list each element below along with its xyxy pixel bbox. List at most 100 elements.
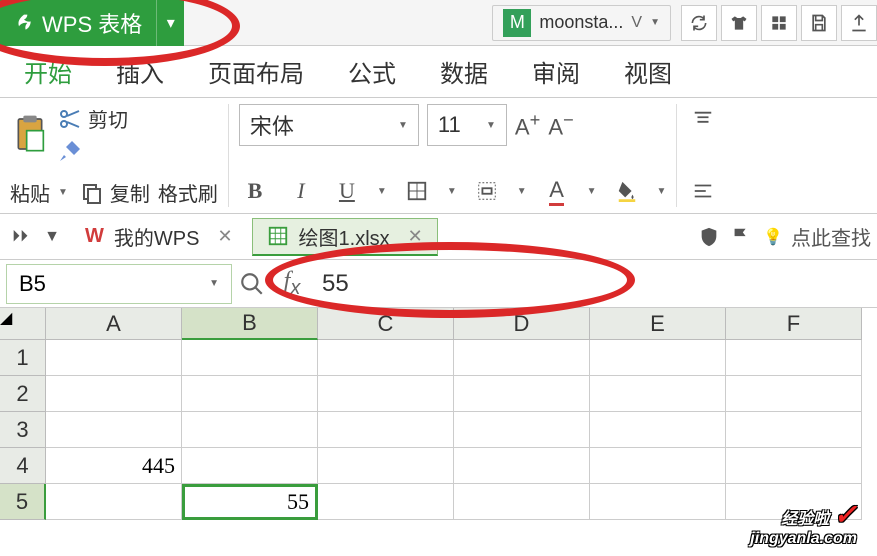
font-size-select[interactable]: 11▼ [427,104,507,146]
document-tabs: ⏵⏵ ▼ W 我的WPS ✕ 绘图1.xlsx ✕ 💡 点此查找 [0,214,877,260]
upload-icon[interactable] [841,5,877,41]
app-dropdown[interactable]: ▾ [156,0,184,46]
cell[interactable] [318,448,454,484]
bold-button[interactable]: B [239,175,271,207]
menu-tabs: 开始 插入 页面布局 公式 数据 审阅 视图 [0,46,877,98]
font-select[interactable]: 宋体▼ [239,104,419,146]
tab-file-active[interactable]: 绘图1.xlsx ✕ [252,218,438,256]
formula-value[interactable]: 55 [312,270,349,298]
row-header-5[interactable]: 5 [0,484,46,520]
tab-layout[interactable]: 页面布局 [208,50,304,93]
col-header-a[interactable]: A [46,308,182,340]
italic-button[interactable]: I [285,175,317,207]
tab-mywps[interactable]: W 我的WPS ✕ [70,218,248,256]
cell[interactable] [454,448,590,484]
cell[interactable] [454,484,590,520]
decrease-font-button[interactable]: A− [548,109,573,140]
tab-nav-dropdown[interactable]: ▼ [38,223,66,251]
bulb-icon: 💡 [759,223,787,251]
shield-icon[interactable] [695,223,723,251]
cut-button[interactable]: 剪切 [58,104,128,133]
select-all-corner[interactable]: ◢ [0,308,46,340]
chevron-down-icon: ▼ [657,186,667,197]
fx-icon[interactable]: fx [272,264,312,304]
border-button[interactable] [401,175,433,207]
app-name-badge[interactable]: WPS 表格 [0,0,156,46]
format-painter-label: 格式刷 [158,178,218,207]
grid-icon[interactable] [761,5,797,41]
col-header-d[interactable]: D [454,308,590,340]
tab-insert[interactable]: 插入 [116,50,164,93]
tab-formula[interactable]: 公式 [348,50,396,93]
align-top-button[interactable] [687,104,719,136]
cell[interactable] [182,448,318,484]
save-icon[interactable] [801,5,837,41]
cell[interactable] [454,412,590,448]
cell[interactable] [318,340,454,376]
cell[interactable] [318,376,454,412]
paste-button[interactable] [10,114,50,154]
cell[interactable] [590,376,726,412]
chevron-down-icon: ▼ [587,186,597,197]
zoom-icon[interactable] [232,264,272,304]
cell[interactable] [46,340,182,376]
cell[interactable] [726,376,862,412]
row-header-1[interactable]: 1 [0,340,46,376]
cell[interactable] [590,340,726,376]
cell-b5-active[interactable]: 55 [182,484,318,520]
formula-bar: B5 ▼ fx 55 [0,260,877,308]
col-header-c[interactable]: C [318,308,454,340]
shirt-icon[interactable] [721,5,757,41]
tab-view[interactable]: 视图 [624,50,672,93]
cell[interactable] [318,484,454,520]
cell[interactable] [46,484,182,520]
cell[interactable] [318,412,454,448]
cell[interactable] [726,412,862,448]
clipboard-icon [10,114,50,154]
chevron-down-icon: ▼ [58,187,68,198]
copy-button[interactable]: 复制 [80,178,150,207]
row-header-3[interactable]: 3 [0,412,46,448]
tab-review[interactable]: 审阅 [532,50,580,93]
increase-font-button[interactable]: A+ [515,109,540,140]
cell[interactable] [454,340,590,376]
cell[interactable] [454,376,590,412]
cell-a4[interactable]: 445 [46,448,182,484]
cell[interactable] [590,484,726,520]
tab-data[interactable]: 数据 [440,50,488,93]
close-icon[interactable]: ✕ [408,226,423,247]
underline-button[interactable]: U [331,175,363,207]
row-header-2[interactable]: 2 [0,376,46,412]
row-header-4[interactable]: 4 [0,448,46,484]
fill-color-button[interactable] [611,175,643,207]
col-header-e[interactable]: E [590,308,726,340]
sync-icon[interactable] [681,5,717,41]
tab-start[interactable]: 开始 [24,50,72,93]
cell[interactable] [46,376,182,412]
user-chip[interactable]: M moonsta... V ▼ [492,5,671,41]
tab-nav-left[interactable]: ⏵⏵ [6,223,34,251]
font-color-button[interactable]: A [541,175,573,207]
cell[interactable] [726,448,862,484]
cell[interactable] [590,448,726,484]
close-icon[interactable]: ✕ [217,226,232,247]
format-painter-button[interactable] [58,139,128,163]
align-left-button[interactable] [687,175,719,207]
col-header-f[interactable]: F [726,308,862,340]
copy-icon [80,181,104,205]
wps-logo-icon: W [85,225,104,248]
cell[interactable] [182,340,318,376]
user-name: moonsta... [539,12,623,33]
col-header-b[interactable]: B [182,308,318,340]
name-box[interactable]: B5 ▼ [6,264,232,304]
titlebar-icons [681,5,877,41]
cell[interactable] [46,412,182,448]
cell[interactable] [726,340,862,376]
merge-button[interactable] [471,175,503,207]
cell[interactable] [182,376,318,412]
search-hint[interactable]: 点此查找 [791,222,871,251]
flag-icon[interactable] [727,223,755,251]
cell[interactable] [182,412,318,448]
cell[interactable] [590,412,726,448]
spreadsheet-icon [267,225,289,247]
